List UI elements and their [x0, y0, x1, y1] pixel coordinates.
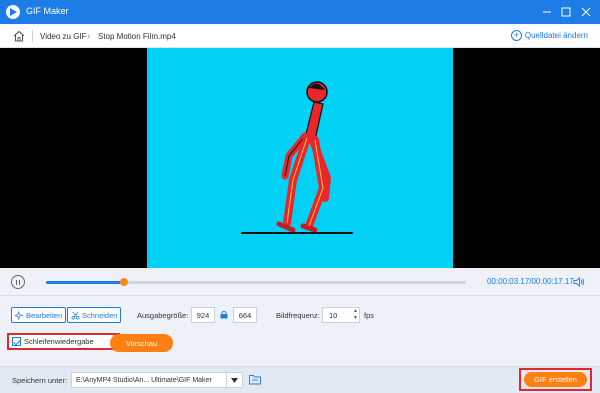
title-bar: GIF Maker — [0, 0, 600, 24]
chevron-right-icon: › — [87, 31, 90, 41]
stop-motion-figure-image — [241, 81, 353, 234]
close-icon — [581, 7, 591, 17]
window-title: GIF Maker — [26, 6, 69, 16]
video-frame — [147, 48, 453, 268]
save-path-value: E:\AnyMP4 Studio\An... Ultimate\GIF Make… — [76, 376, 212, 384]
fps-unit-label: fps — [364, 311, 375, 320]
footer-bar: Speichern unter: E:\AnyMP4 Studio\An... … — [0, 366, 600, 393]
lock-icon[interactable] — [220, 310, 228, 319]
video-preview — [0, 48, 600, 268]
width-input[interactable]: 924 — [191, 307, 215, 323]
create-gif-button[interactable]: GIF erstellen — [524, 372, 587, 387]
edit-label: Bearbeiten — [26, 310, 63, 320]
progress-fill — [46, 281, 124, 284]
loop-checkbox[interactable]: Schleifenwiedergabe — [7, 333, 120, 350]
app-logo-icon — [6, 5, 20, 19]
loop-label: Schleifenwiedergabe — [24, 337, 94, 346]
settings-panel: Bearbeiten Schneiden Ausgabegröße: 924 6… — [0, 296, 600, 366]
maximize-icon — [561, 7, 571, 17]
edit-button[interactable]: Bearbeiten — [11, 307, 67, 323]
minimize-button[interactable] — [538, 3, 556, 21]
pause-button[interactable] — [11, 275, 25, 289]
cut-button[interactable]: Schneiden — [67, 307, 122, 323]
frame-rate-stepper[interactable]: ▲ ▼ — [352, 308, 359, 322]
progress-handle[interactable] — [119, 278, 128, 286]
create-gif-highlight: GIF erstellen — [519, 368, 592, 391]
progress-slider[interactable] — [46, 278, 466, 286]
checkbox-checked-icon[interactable] — [12, 337, 21, 346]
edit-stars-icon — [15, 310, 24, 320]
time-readout: 00:00:03.17/00:00:17.17 — [487, 277, 574, 286]
home-icon[interactable] — [12, 29, 26, 43]
height-input[interactable]: 664 — [233, 307, 257, 323]
save-path-select[interactable]: E:\AnyMP4 Studio\An... Ultimate\GIF Make… — [71, 372, 243, 388]
maximize-button[interactable] — [557, 3, 575, 21]
change-source-label: Quelldatei ändern — [524, 31, 588, 40]
frame-rate-label: Bildfrequenz: — [276, 311, 320, 320]
output-size-label: Ausgabegröße: — [137, 311, 189, 320]
scissors-icon — [71, 311, 80, 319]
playback-bar: 00:00:03.17/00:00:17.17 — [0, 268, 600, 296]
nav-divider — [32, 30, 33, 42]
breadcrumb-file-name: Stop Motion Film.mp4 — [98, 32, 176, 41]
cut-label: Schneiden — [82, 310, 118, 320]
breadcrumb-video-to-gif[interactable]: Video zu GIF — [40, 32, 87, 41]
minimize-icon — [543, 11, 551, 13]
save-to-label: Speichern unter: — [12, 376, 68, 385]
nav-bar: Video zu GIF › Stop Motion Film.mp4 + Qu… — [0, 24, 600, 48]
chevron-down-icon[interactable] — [226, 373, 242, 387]
change-source-button[interactable]: + Quelldatei ändern — [510, 30, 588, 41]
plus-circle-icon: + — [510, 30, 522, 41]
folder-icon[interactable] — [249, 374, 261, 385]
volume-icon[interactable] — [573, 276, 585, 288]
close-button[interactable] — [577, 3, 595, 21]
preview-button[interactable]: Vorschau — [110, 334, 173, 352]
